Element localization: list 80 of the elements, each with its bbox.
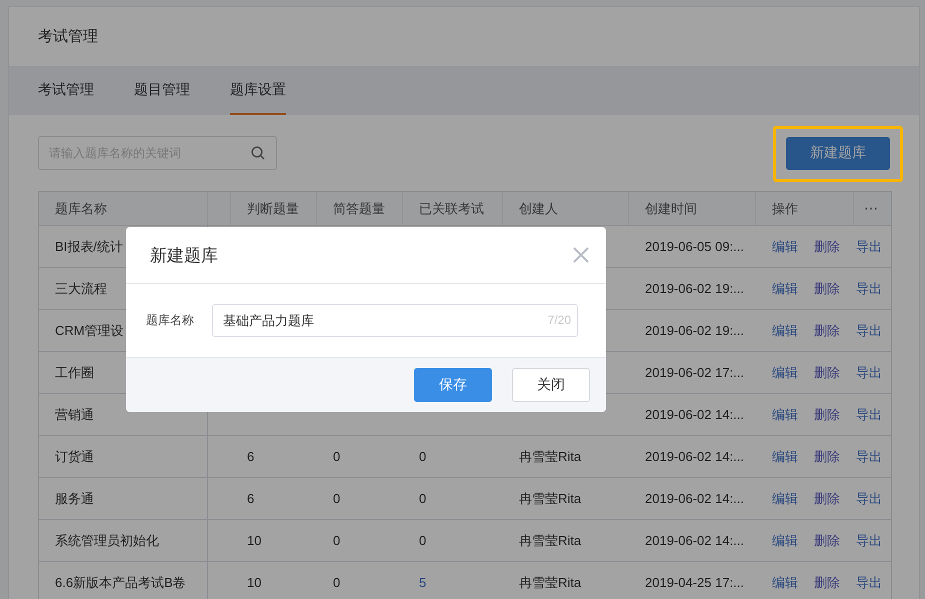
table-cell: BI报表/统计 bbox=[55, 238, 123, 256]
table-cell: 10 bbox=[247, 533, 262, 548]
tab[interactable]: 考试管理 bbox=[38, 66, 94, 115]
table-cell: 2019-06-02 17:... bbox=[645, 365, 744, 380]
new-bank-button[interactable]: 新建题库 bbox=[786, 136, 890, 170]
table-cell: 三大流程 bbox=[55, 280, 107, 298]
table-cell: 2019-06-02 14:... bbox=[645, 449, 744, 464]
table-cell: 0 bbox=[333, 575, 340, 590]
more-icon[interactable]: ⋯ bbox=[864, 200, 878, 217]
export-link[interactable]: 导出 bbox=[856, 364, 882, 382]
tab[interactable]: 题库设置 bbox=[230, 66, 286, 115]
delete-link[interactable]: 删除 bbox=[814, 322, 840, 340]
count-link[interactable]: 5 bbox=[419, 575, 426, 590]
table-cell: 订货通 bbox=[55, 448, 94, 466]
delete-link[interactable]: 删除 bbox=[814, 574, 840, 592]
delete-link[interactable]: 删除 bbox=[814, 238, 840, 256]
table-cell: 冉雪莹Rita bbox=[519, 490, 582, 508]
table-cell: 0 bbox=[333, 449, 340, 464]
delete-link[interactable]: 删除 bbox=[814, 280, 840, 298]
edit-link[interactable]: 编辑 bbox=[772, 448, 798, 466]
table-cell: 服务通 bbox=[55, 490, 94, 508]
edit-link[interactable]: 编辑 bbox=[772, 406, 798, 424]
field-label: 题库名称 bbox=[146, 312, 194, 329]
column-header: 已关联考试 bbox=[419, 200, 484, 218]
close-icon[interactable] bbox=[573, 247, 589, 263]
export-link[interactable]: 导出 bbox=[856, 490, 882, 508]
delete-link[interactable]: 删除 bbox=[814, 364, 840, 382]
export-link[interactable]: 导出 bbox=[856, 280, 882, 298]
table-cell: 0 bbox=[333, 533, 340, 548]
table-cell: 6 bbox=[247, 491, 254, 506]
edit-link[interactable]: 编辑 bbox=[772, 238, 798, 256]
column-header: 判断题量 bbox=[247, 200, 299, 218]
edit-link[interactable]: 编辑 bbox=[772, 322, 798, 340]
save-button[interactable]: 保存 bbox=[414, 368, 492, 402]
export-link[interactable]: 导出 bbox=[856, 448, 882, 466]
table-cell: 0 bbox=[419, 491, 426, 506]
table-cell: 系统管理员初始化 bbox=[55, 532, 159, 550]
export-link[interactable]: 导出 bbox=[856, 322, 882, 340]
delete-link[interactable]: 删除 bbox=[814, 532, 840, 550]
table-cell: 冉雪莹Rita bbox=[519, 532, 582, 550]
edit-link[interactable]: 编辑 bbox=[772, 280, 798, 298]
table-cell: 工作圈 bbox=[55, 364, 94, 382]
export-link[interactable]: 导出 bbox=[856, 532, 882, 550]
dialog-title: 新建题库 bbox=[150, 244, 218, 266]
delete-link[interactable]: 删除 bbox=[814, 406, 840, 424]
table-cell: 2019-06-02 14:... bbox=[645, 407, 744, 422]
column-header: 操作 bbox=[772, 200, 798, 218]
edit-link[interactable]: 编辑 bbox=[772, 532, 798, 550]
column-header: 简答题量 bbox=[333, 200, 385, 218]
column-header: 题库名称 bbox=[55, 200, 107, 218]
table-cell: 2019-06-05 09:... bbox=[645, 239, 744, 254]
edit-link[interactable]: 编辑 bbox=[772, 574, 798, 592]
close-button[interactable]: 关闭 bbox=[512, 368, 590, 402]
table-cell: 营销通 bbox=[55, 406, 94, 424]
table-cell: 10 bbox=[247, 575, 262, 590]
edit-link[interactable]: 编辑 bbox=[772, 490, 798, 508]
table-cell: 6 bbox=[247, 449, 254, 464]
table-cell: 2019-06-02 14:... bbox=[645, 533, 744, 548]
table-cell: 2019-06-02 19:... bbox=[645, 323, 744, 338]
export-link[interactable]: 导出 bbox=[856, 574, 882, 592]
table-cell: 2019-06-02 14:... bbox=[645, 491, 744, 506]
edit-link[interactable]: 编辑 bbox=[772, 364, 798, 382]
table-cell: 2019-06-02 19:... bbox=[645, 281, 744, 296]
search-icon bbox=[251, 146, 265, 160]
delete-link[interactable]: 删除 bbox=[814, 448, 840, 466]
table-cell: 冉雪莹Rita bbox=[519, 574, 582, 592]
table-cell: CRM管理设 bbox=[55, 322, 124, 340]
delete-link[interactable]: 删除 bbox=[814, 490, 840, 508]
export-link[interactable]: 导出 bbox=[856, 238, 882, 256]
column-header: 创建时间 bbox=[645, 200, 697, 218]
table-cell: 冉雪莹Rita bbox=[519, 448, 582, 466]
table-cell: 0 bbox=[419, 533, 426, 548]
table-cell: 2019-04-25 17:... bbox=[645, 575, 744, 590]
tab[interactable]: 题目管理 bbox=[134, 66, 190, 115]
column-header: 创建人 bbox=[519, 200, 558, 218]
page-title: 考试管理 bbox=[38, 27, 98, 46]
table-cell: 6.6新版本产品考试B卷 bbox=[55, 574, 186, 592]
table-cell: 0 bbox=[419, 449, 426, 464]
export-link[interactable]: 导出 bbox=[856, 406, 882, 424]
table-cell: 0 bbox=[333, 491, 340, 506]
